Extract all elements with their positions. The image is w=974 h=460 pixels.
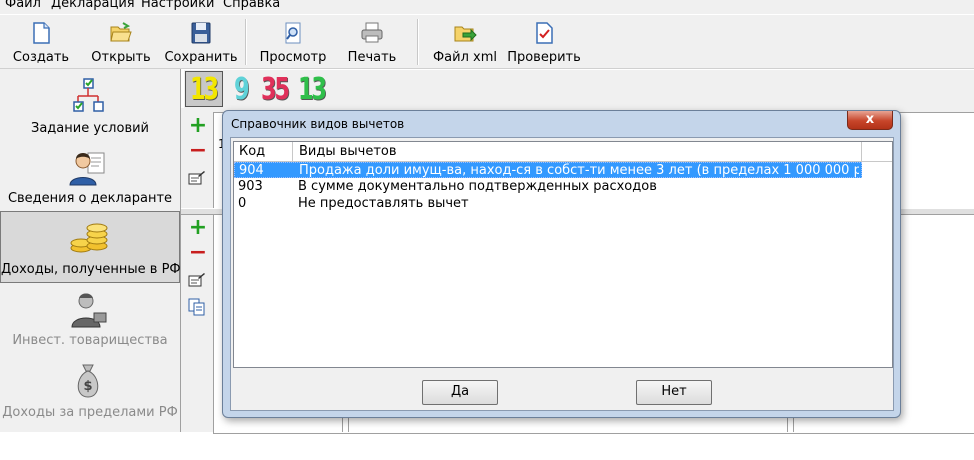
check-document-icon [536,22,553,44]
preview-label: Просмотр [259,50,327,65]
menu-bar: Файл Декларация Настройки Справка [0,0,974,14]
sidebar-item-investment[interactable]: Инвест. товарищества [0,283,180,353]
xml-file-label: Файл xml [432,50,498,65]
sidebar-label-foreign-income: Доходы за пределами РФ [2,405,178,420]
column-header-code[interactable]: Код [239,144,265,159]
floppy-disk-icon [191,22,211,44]
edit-icon[interactable] [188,170,206,186]
dialog-title: Справочник видов вычетов [231,117,405,131]
print-label: Печать [347,50,397,65]
person-card-icon [69,152,105,186]
toolbar-separator [417,19,419,65]
tree-checklist-icon [73,78,104,112]
section-number-35[interactable]: 35 [261,72,290,107]
sidebar-item-foreign-income[interactable]: $ Доходы за пределами РФ [0,355,180,425]
open-label: Открыть [91,50,151,65]
add-row-button[interactable]: + [188,115,208,137]
remove-row-button[interactable]: − [188,140,208,162]
edit-icon-2[interactable] [188,272,206,288]
sidebar-label-conditions: Задание условий [31,121,149,136]
table-row[interactable]: 903 В сумме документально подтвержденных… [234,179,862,195]
save-button[interactable]: Сохранить [163,15,239,68]
open-button[interactable]: Открыть [86,15,156,68]
dialog-body: Код Виды вычетов 904 Продажа доли имущ-в… [230,137,894,411]
sidebar-label-income-rf: Доходы, полученные в РФ [1,262,181,277]
cell-code: 903 [238,179,263,194]
yes-button[interactable]: Да [422,380,498,405]
dialog-close-button[interactable]: x [847,111,893,130]
sidebar-item-income-rf[interactable]: Доходы, полученные в РФ [0,211,180,283]
sidebar-item-conditions[interactable]: Задание условий [0,71,180,141]
sidebar-item-declarant[interactable]: Сведения о декларанте [0,141,180,211]
table-row[interactable]: 0 Не предоставлять вычет [234,196,862,212]
check-label: Проверить [507,50,581,65]
create-label: Создать [12,50,70,65]
printer-icon [361,22,383,43]
copy-icon[interactable] [188,298,206,316]
grid-header: Код Виды вычетов [234,142,892,162]
column-separator [861,142,862,161]
toolbar-separator [245,19,247,65]
check-button[interactable]: Проверить [505,15,583,68]
preview-button[interactable]: Просмотр [255,15,331,68]
preview-magnifier-icon [285,22,301,44]
save-label: Сохранить [164,50,238,65]
toolbar: Создать Открыть Сохранить Просмотр Печат… [0,15,974,69]
menu-settings[interactable]: Настройки [141,0,214,11]
print-button[interactable]: Печать [340,15,404,68]
menu-declaration[interactable]: Декларация [51,0,135,11]
table-row[interactable]: 904 Продажа доли имущ-ва, наход-ся в соб… [234,162,862,178]
xml-file-button[interactable]: Файл xml [430,15,500,68]
new-document-icon [33,22,50,44]
cell-code: 904 [239,163,264,178]
svg-text:$: $ [83,379,92,394]
deduction-types-dialog: Справочник видов вычетов x Код Виды выче… [222,110,901,418]
remove-row-button-2[interactable]: − [188,242,208,264]
create-button[interactable]: Создать [6,15,76,68]
menu-file[interactable]: Файл [5,0,41,11]
cell-code: 0 [238,196,247,211]
section-number-13-green[interactable]: 13 [298,72,327,107]
xml-export-icon [454,26,477,42]
deduction-types-grid: Код Виды вычетов 904 Продажа доли имущ-в… [233,141,893,368]
coins-icon [70,223,108,253]
column-header-kind[interactable]: Виды вычетов [299,144,397,159]
cell-kind: В сумме документально подтвержденных рас… [298,179,657,194]
cell-kind: Не предоставлять вычет [298,196,469,211]
section-number-9[interactable]: 9 [234,72,250,107]
no-button[interactable]: Нет [636,380,712,405]
cell-kind: Продажа доли имущ-ва, наход-ся в собст-т… [299,163,859,178]
money-bag-icon: $ [77,364,99,398]
sidebar-label-investment: Инвест. товарищества [12,333,168,348]
add-row-button-2[interactable]: + [188,217,208,239]
sidebar: Задание условий Сведения о декларанте До… [0,69,181,432]
businessman-icon [71,293,107,328]
sidebar-label-declarant: Сведения о декларанте [7,191,173,206]
open-folder-icon [110,22,132,42]
section-number-13-yellow[interactable]: 13 [190,72,219,107]
column-separator [292,142,293,161]
section-number-strip: 13 9 35 13 [184,70,974,108]
menu-help[interactable]: Справка [223,0,280,11]
